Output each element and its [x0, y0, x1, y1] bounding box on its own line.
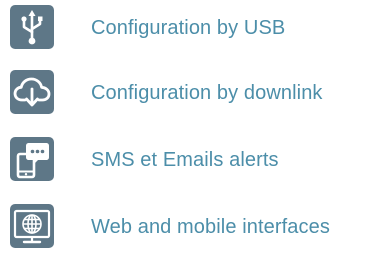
- usb-icon: [10, 5, 54, 49]
- feature-item-alerts: SMS et Emails alerts: [0, 137, 378, 185]
- feature-item-downlink: Configuration by downlink: [0, 70, 378, 118]
- feature-item-usb: Configuration by USB: [0, 5, 378, 53]
- phone-chat-icon: [10, 137, 54, 181]
- feature-label: SMS et Emails alerts: [91, 149, 279, 171]
- cloud-download-icon: [10, 70, 54, 114]
- feature-label: Configuration by USB: [91, 17, 286, 39]
- feature-list: Configuration by USB Configuration by do…: [0, 0, 378, 259]
- feature-label: Web and mobile interfaces: [91, 216, 330, 238]
- globe-monitor-icon: [10, 204, 54, 248]
- feature-label: Configuration by downlink: [91, 82, 323, 104]
- feature-item-interfaces: Web and mobile interfaces: [0, 204, 378, 252]
